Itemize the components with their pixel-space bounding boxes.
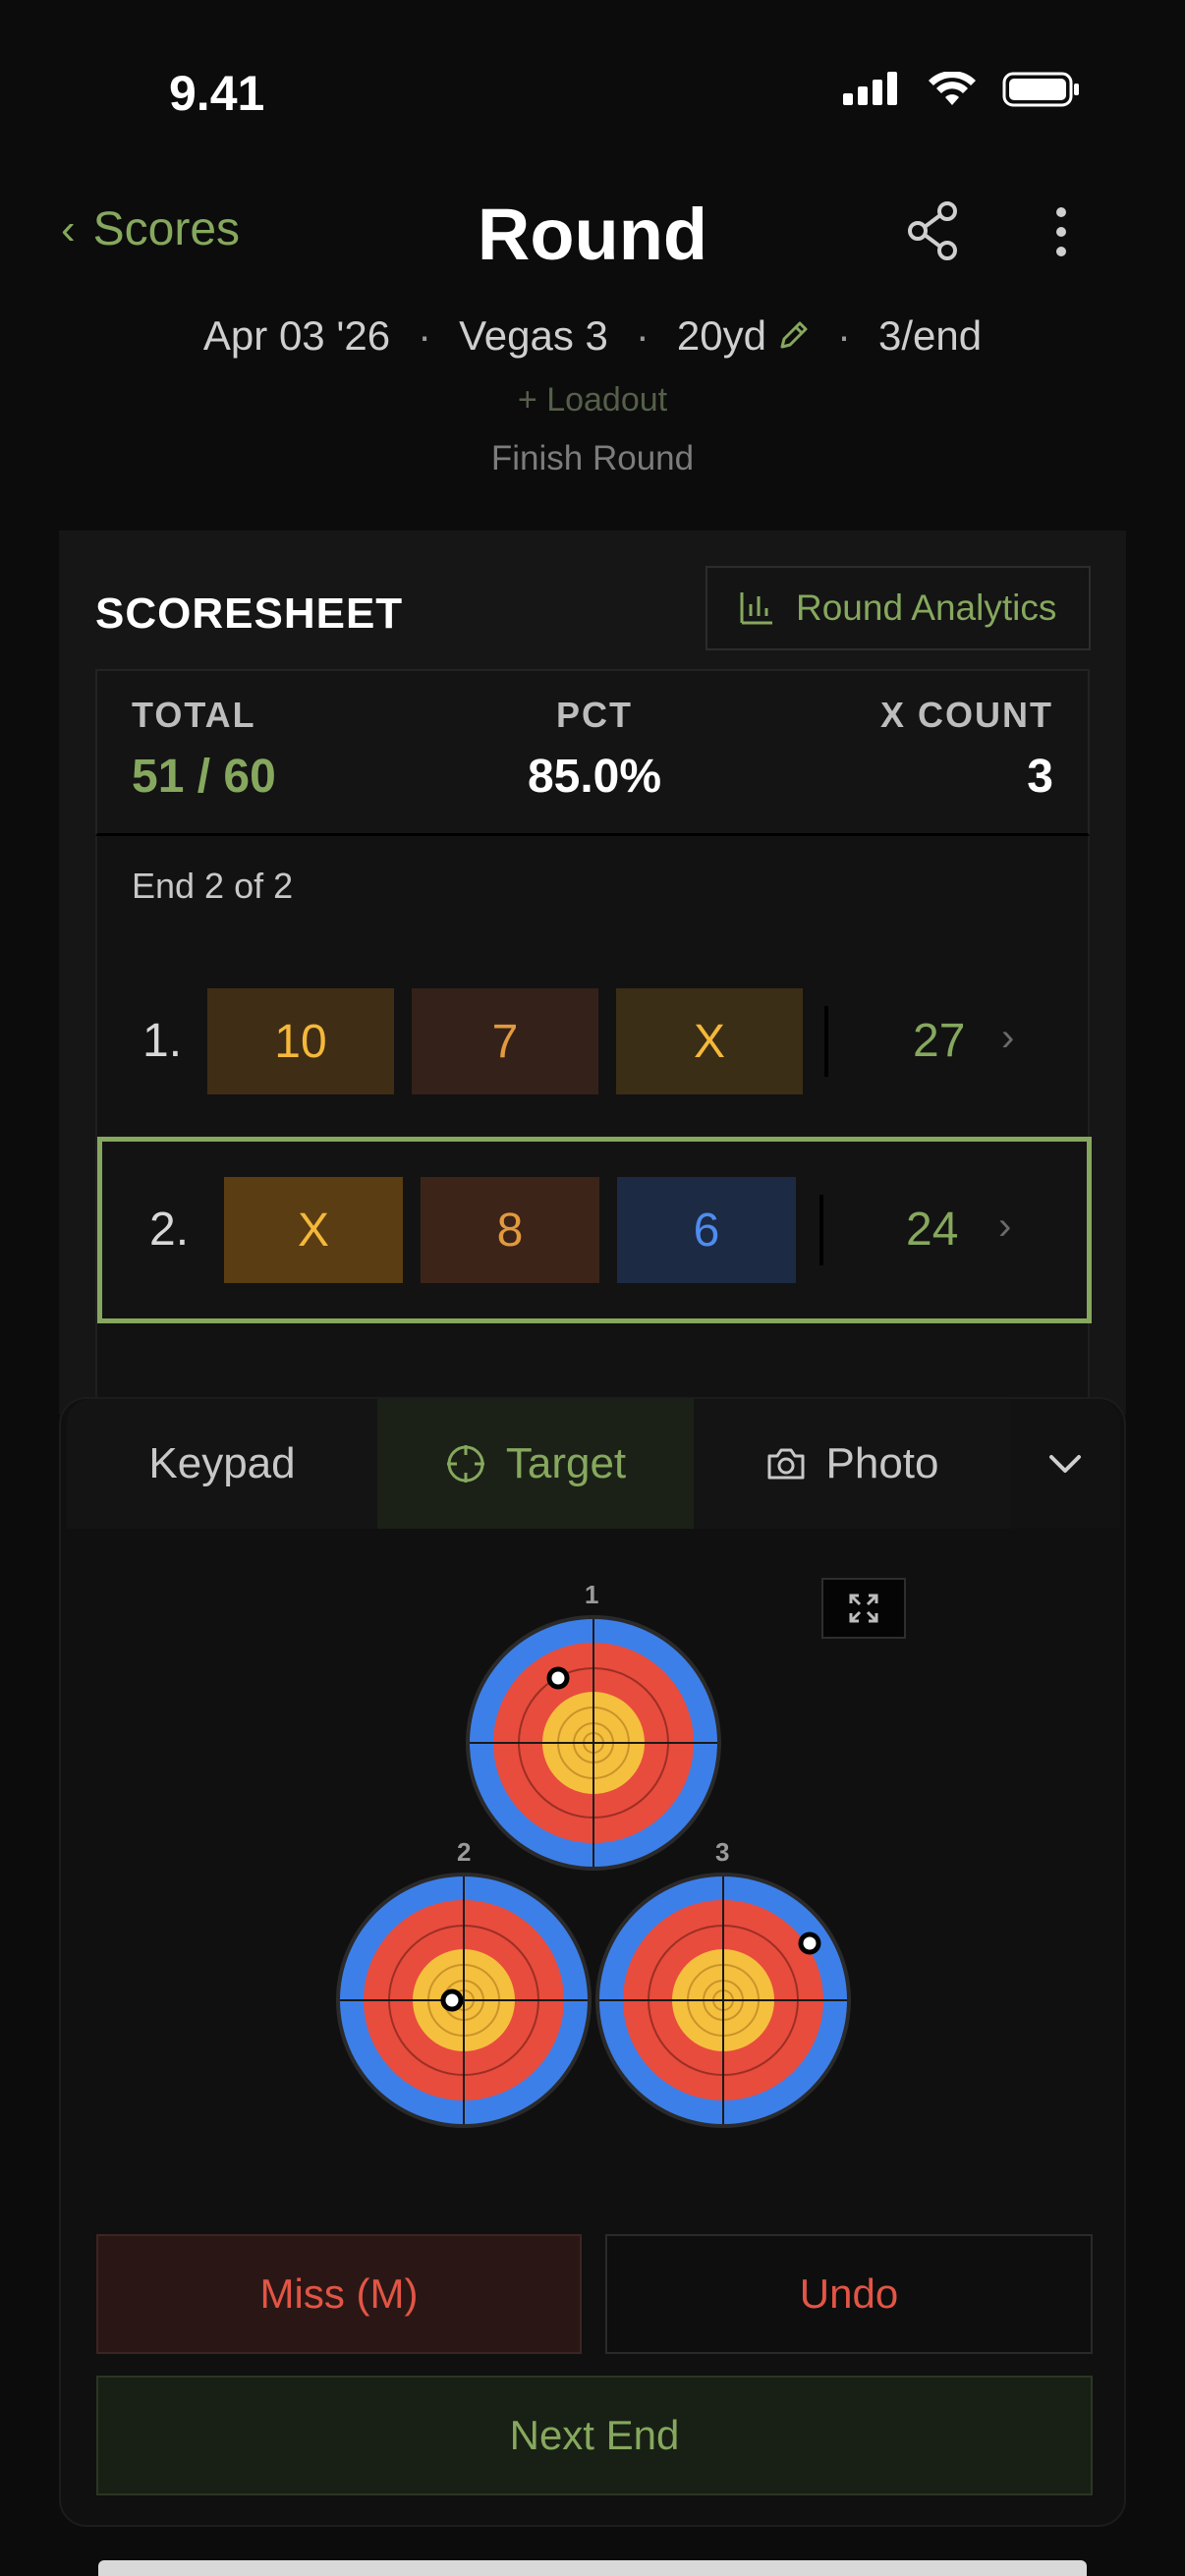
ends-list: End 2 of 2 1. 10 7 X 27 › 2. X 8 6 24 › [95, 836, 1092, 1415]
arrows-per-end: 3/end [877, 312, 983, 359]
tab-keypad[interactable]: Keypad [67, 1399, 377, 1529]
camera-icon [767, 1448, 804, 1480]
x-count-label: X COUNT [880, 695, 1053, 735]
arrow-hit-marker [440, 1988, 464, 2012]
chevron-right-icon: › [998, 1204, 1012, 1248]
target-faces-area[interactable]: 1 2 3 [61, 1529, 1128, 2197]
arrow-score[interactable]: X [616, 988, 803, 1094]
crosshair-icon [446, 1445, 484, 1483]
end-total: 27 [913, 1015, 966, 1067]
input-mode-tabs: Keypad Target Photo [67, 1399, 1120, 1529]
cellular-signal-icon [843, 72, 897, 105]
chevron-right-icon: › [1001, 1016, 1015, 1059]
x-count-value: 3 [1027, 751, 1053, 803]
end-indicator: End 2 of 2 [132, 866, 294, 906]
collapse-panel-button[interactable] [1010, 1399, 1120, 1529]
arrow-score[interactable]: 6 [617, 1177, 796, 1283]
score-input-panel: Keypad Target Photo 1 2 3 Miss (M) Undo … [59, 1397, 1126, 2527]
pencil-icon[interactable] [776, 319, 810, 353]
end-divider [819, 1195, 823, 1265]
arrow-score[interactable]: 8 [421, 1177, 599, 1283]
arrow-score[interactable]: X [224, 1177, 403, 1283]
end-total: 24 [906, 1204, 959, 1256]
arrow-hit-marker [546, 1666, 570, 1690]
scoresheet-panel: SCORESHEET Round Analytics TOTAL 51 / 60… [59, 531, 1126, 1415]
end-number: 2. [149, 1204, 190, 1256]
x-count-stat: X COUNT 3 [880, 695, 1053, 804]
status-time: 9.41 [169, 66, 265, 121]
meta-separator: · [836, 312, 851, 359]
expand-button[interactable] [821, 1578, 906, 1639]
tab-keypad-label: Keypad [148, 1439, 296, 1487]
status-bar: 9.41 [0, 0, 1185, 187]
target-face-label: 1 [585, 1580, 599, 1609]
meta-separator: · [418, 312, 432, 359]
target-face[interactable] [334, 1871, 593, 2130]
more-options-icon[interactable] [1044, 204, 1079, 259]
end-divider [824, 1006, 828, 1077]
page-title: Round [477, 194, 708, 275]
finish-round-link[interactable]: Finish Round [0, 439, 1185, 478]
round-distance[interactable]: 20yd [677, 312, 766, 360]
target-face[interactable] [593, 1871, 853, 2130]
status-icons [843, 71, 1081, 108]
scoresheet-title: SCORESHEET [95, 589, 404, 638]
expand-icon [849, 1594, 878, 1623]
round-analytics-label: Round Analytics [796, 588, 1057, 628]
round-analytics-button[interactable]: Round Analytics [705, 566, 1091, 650]
undo-button[interactable]: Undo [605, 2234, 1093, 2354]
round-meta: Apr 03 '26 · Vegas 3 · 20yd · 3/end [0, 312, 1185, 360]
bar-chart-icon [740, 592, 772, 625]
round-date: Apr 03 '26 [202, 312, 391, 359]
battery-icon [1002, 72, 1079, 107]
score-summary: TOTAL 51 / 60 PCT 85.0% X COUNT 3 [95, 669, 1090, 836]
add-loadout-link[interactable]: + Loadout [0, 381, 1185, 420]
target-face[interactable] [464, 1613, 723, 1873]
home-indicator-strip [98, 2560, 1087, 2576]
tab-target-label: Target [505, 1439, 627, 1487]
chevron-down-icon [1049, 1455, 1081, 1473]
miss-button[interactable]: Miss (M) [96, 2234, 582, 2354]
next-end-button[interactable]: Next End [96, 2376, 1093, 2495]
end-row-active[interactable]: 2. X 8 6 24 › [97, 1137, 1092, 1323]
wifi-icon [929, 72, 976, 105]
end-number: 1. [142, 1015, 183, 1067]
round-type: Vegas 3 [459, 312, 608, 359]
meta-separator: · [635, 312, 649, 359]
tab-photo-label: Photo [825, 1439, 939, 1487]
arrow-score[interactable]: 10 [207, 988, 394, 1094]
tab-target[interactable]: Target [377, 1399, 694, 1529]
share-icon[interactable] [906, 201, 959, 260]
arrow-hit-marker [798, 1932, 821, 1955]
end-row[interactable]: 1. 10 7 X 27 › [97, 953, 1092, 1130]
tab-photo[interactable]: Photo [694, 1399, 1010, 1529]
arrow-score[interactable]: 7 [412, 988, 598, 1094]
